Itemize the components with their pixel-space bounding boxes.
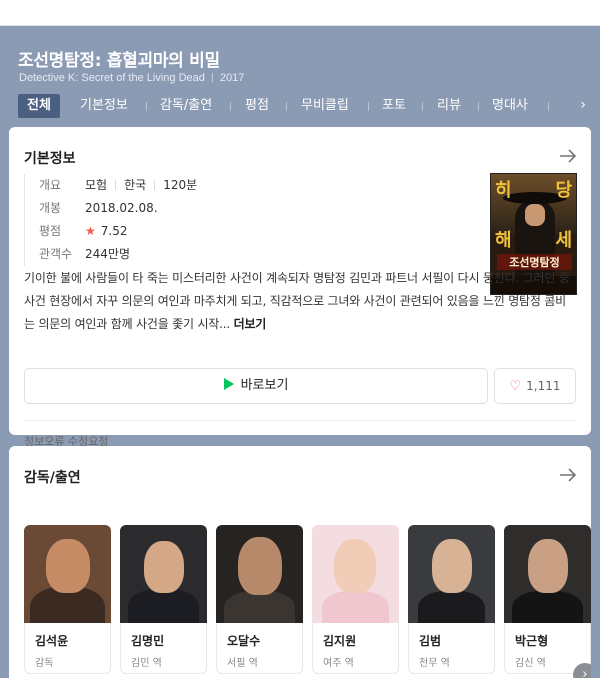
- cast-item[interactable]: 김지원 여주 역: [312, 525, 399, 674]
- person-role: 감독: [35, 658, 54, 669]
- divider: [24, 420, 576, 421]
- movie-title[interactable]: 조선명탐정: 흡혈괴마의 비밀: [18, 46, 220, 71]
- person-name[interactable]: 박근형: [515, 632, 590, 649]
- more-link[interactable]: 더보기: [234, 317, 267, 331]
- person-meta: 김지원 여주 역: [312, 623, 399, 674]
- poster-char: 히: [495, 180, 512, 201]
- person-role: 천무 역: [419, 658, 450, 669]
- tab-basic-info[interactable]: 기본정보: [80, 94, 128, 118]
- person-role: 여주 역: [323, 658, 354, 669]
- tabs-next-icon[interactable]: ›: [580, 97, 586, 113]
- cast-item[interactable]: 오달수 서필 역: [216, 525, 303, 674]
- tab-separator: [286, 102, 287, 111]
- person-photo[interactable]: [120, 525, 207, 623]
- audience-value: 244만명: [85, 247, 130, 261]
- poster-char: 세: [555, 230, 572, 251]
- rating-label: 평점: [39, 224, 62, 238]
- tab-separator: [548, 102, 549, 111]
- release-year: 2017: [219, 72, 245, 84]
- tab-separator: [478, 102, 479, 111]
- english-title: Detective K: Secret of the Living Dead: [19, 72, 205, 84]
- tab-reviews[interactable]: 리뷰: [437, 94, 461, 118]
- tab-movie-clips[interactable]: 무비클립: [301, 94, 349, 118]
- watch-label: 바로보기: [240, 378, 289, 393]
- person-name[interactable]: 김석윤: [35, 632, 110, 649]
- runtime-value: 120분: [163, 178, 198, 192]
- value-separator: [154, 180, 156, 190]
- cast-item[interactable]: 김범 천무 역: [408, 525, 495, 674]
- tab-separator: [146, 102, 147, 111]
- cast-item[interactable]: 박근형 김신 역: [504, 525, 591, 674]
- movie-subtitle: Detective K: Secret of the Living Dead 20…: [19, 72, 244, 84]
- heart-icon: ♡: [509, 379, 522, 394]
- star-icon: ★: [85, 224, 96, 238]
- person-role: 김민 역: [131, 658, 162, 669]
- person-meta: 김석윤 감독: [24, 623, 111, 674]
- cast-list: 김석윤 감독 김명민 김민 역 오달수 서필 역 김지원 여주 역 김범 천무 …: [24, 525, 591, 678]
- person-meta: 김범 천무 역: [408, 623, 495, 674]
- cast-item[interactable]: 김명민 김민 역: [120, 525, 207, 674]
- audience-row: 관객수 244만명: [39, 243, 464, 266]
- plot-summary: 기이한 불에 사람들이 타 죽는 미스터리한 사건이 계속되자 명탐정 김민과 …: [24, 267, 576, 336]
- tab-rating[interactable]: 평점: [245, 94, 269, 118]
- release-label: 개봉: [39, 201, 62, 215]
- tab-all[interactable]: 전체: [18, 94, 60, 118]
- arrow-right-icon[interactable]: [559, 468, 577, 482]
- overview-label: 개요: [39, 178, 62, 192]
- genre-value[interactable]: 모험: [85, 178, 107, 192]
- tab-photos[interactable]: 포토: [382, 94, 406, 118]
- tab-separator: [230, 102, 231, 111]
- person-role: 서필 역: [227, 658, 258, 669]
- person-meta: 김명민 김민 역: [120, 623, 207, 674]
- tab-director-cast[interactable]: 감독/출연: [160, 94, 212, 118]
- cast-item[interactable]: 김석윤 감독: [24, 525, 111, 674]
- person-photo[interactable]: [504, 525, 591, 623]
- person-photo[interactable]: [408, 525, 495, 623]
- person-meta: 오달수 서필 역: [216, 623, 303, 674]
- overview-row: 개요 모험 한국 120분: [39, 174, 464, 197]
- person-name[interactable]: 오달수: [227, 632, 302, 649]
- release-row: 개봉 2018.02.08.: [39, 197, 464, 220]
- subtitle-separator: [211, 73, 213, 82]
- like-button[interactable]: ♡ 1,111: [494, 368, 576, 404]
- top-strip: [0, 0, 600, 26]
- basic-info-title: 기본정보: [24, 151, 76, 167]
- audience-label: 관객수: [39, 247, 73, 261]
- rating-value[interactable]: 7.52: [101, 224, 128, 238]
- poster-char: 당: [555, 180, 572, 201]
- basic-info-card: 기본정보 개요 모험 한국 120분 개봉 2018.02.08. 평점 ★ 7.52 관객…: [9, 127, 591, 448]
- play-icon: [223, 378, 234, 390]
- person-name[interactable]: 김명민: [131, 632, 206, 649]
- value-separator: [115, 180, 117, 190]
- tab-separator: [368, 102, 369, 111]
- person-photo[interactable]: [312, 525, 399, 623]
- rating-row: 평점 ★ 7.52: [39, 220, 464, 243]
- person-name[interactable]: 김지원: [323, 632, 398, 649]
- like-count: 1,111: [526, 379, 561, 393]
- arrow-right-icon[interactable]: [559, 149, 577, 163]
- cast-title: 감독/출연: [24, 470, 81, 486]
- person-photo[interactable]: [24, 525, 111, 623]
- cast-card: 감독/출연 김석윤 감독 김명민 김민 역 오달수 서필 역 김지원 여주 역 …: [9, 446, 591, 678]
- poster-face: [525, 204, 545, 226]
- movie-header: 조선명탐정: 흡혈괴마의 비밀 Detective K: Secret of t…: [0, 26, 600, 678]
- country-value[interactable]: 한국: [124, 178, 146, 192]
- poster-char: 해: [495, 230, 512, 251]
- person-photo[interactable]: [216, 525, 303, 623]
- person-name[interactable]: 김범: [419, 632, 494, 649]
- tab-quotes[interactable]: 명대사: [492, 94, 528, 118]
- tab-separator: [422, 102, 423, 111]
- info-table: 개요 모험 한국 120분 개봉 2018.02.08. 평점 ★ 7.52 관객수 244만…: [24, 174, 464, 266]
- release-date: 2018.02.08.: [85, 201, 158, 215]
- watch-now-button[interactable]: 바로보기: [24, 368, 488, 404]
- tab-bar: 전체 기본정보 감독/출연 평점 무비클립 포토 리뷰 명대사 ›: [18, 94, 600, 120]
- summary-text: 기이한 불에 사람들이 타 죽는 미스터리한 사건이 계속되자 명탐정 김민과 …: [24, 271, 570, 331]
